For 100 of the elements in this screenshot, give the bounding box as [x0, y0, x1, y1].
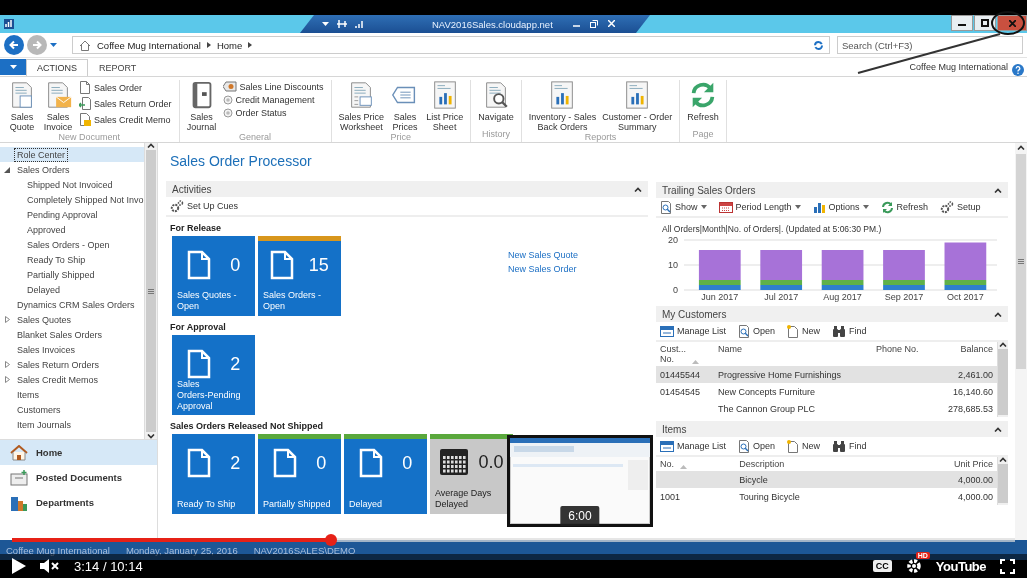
nav-tree-item[interactable]: Sales Credit Memos [14, 372, 102, 387]
ribbon-button[interactable]: Sales Price Worksheet [337, 80, 386, 132]
ribbon-button[interactable]: Sales Invoice [42, 80, 74, 132]
table-row[interactable]: 1001 Touring Bicycle 4,000.00 [656, 488, 997, 505]
logo-link[interactable]: YouTube [935, 558, 986, 574]
mute-button[interactable] [40, 559, 60, 573]
column-header[interactable]: No. [660, 459, 674, 469]
nav-tree-item[interactable]: Role Center [14, 147, 69, 162]
toolbar-button[interactable]: Find [832, 440, 867, 452]
ribbon-button[interactable]: Inventory - Sales Back Orders [527, 80, 598, 132]
nav-tree-item[interactable]: Partially Shipped [24, 267, 98, 282]
ribbon-button[interactable]: Customer - Order Summary [601, 80, 674, 132]
ribbon-button[interactable]: Sales Order [78, 80, 173, 95]
column-header[interactable]: Unit Price [954, 459, 993, 469]
nav-tree-item[interactable]: Sales Return Orders [14, 357, 103, 372]
cue-tile[interactable]: 0 Partially Shipped [258, 434, 341, 514]
column-header[interactable]: Balance [960, 344, 993, 354]
table-cell: New Concepts Furniture [717, 386, 815, 397]
ribbon-button[interactable]: Sales Journal [185, 80, 218, 132]
restore-button[interactable] [974, 15, 996, 31]
collapsed-triangle-icon[interactable] [4, 376, 10, 383]
toolbar-button[interactable]: Manage List [660, 440, 727, 452]
address-bar[interactable]: Coffee Mug International Home [72, 36, 830, 54]
navigation-pane-button[interactable]: Departments [0, 490, 157, 515]
group-label: Price [390, 132, 412, 142]
breadcrumb-item[interactable]: Home [216, 39, 243, 51]
ribbon-button[interactable]: List Price Sheet [425, 80, 465, 132]
cue-tile[interactable]: 2 Ready To Ship [172, 434, 255, 514]
toolbar-button[interactable]: Set Up Cues [170, 199, 239, 213]
ribbon-button[interactable]: Sales Credit Memo [78, 112, 173, 127]
scrollbar[interactable] [997, 457, 1008, 505]
close-button[interactable] [997, 15, 1027, 31]
action-link[interactable]: New Sales Quote [507, 250, 578, 260]
minimize-button[interactable] [951, 15, 973, 31]
table-row[interactable]: 01445544 Progressive Home Furnishings 2,461.00 [656, 366, 997, 383]
scrollbar[interactable] [997, 342, 1008, 417]
ribbon-button[interactable]: Sales Prices [389, 80, 422, 132]
search-field[interactable]: Search (Ctrl+F3) [837, 36, 1023, 54]
menu-button[interactable] [0, 59, 26, 75]
back-button[interactable] [4, 35, 24, 55]
nav-tree-item[interactable]: Ready To Ship [24, 252, 89, 267]
nav-tree-item[interactable]: Sales Invoices [14, 342, 79, 357]
table-row[interactable]: 01454545 New Concepts Furniture 16,140.60 [656, 383, 997, 400]
nav-tree-item[interactable]: Items [14, 387, 42, 402]
toolbar-button[interactable]: Manage List [660, 325, 727, 337]
toolbar-button[interactable]: Setup [940, 200, 981, 214]
toolbar-button[interactable]: Open [738, 439, 776, 453]
nav-tree-item[interactable]: Sales Orders [14, 162, 73, 177]
ribbon-tab[interactable]: ACTIONS [26, 59, 88, 76]
settings-button[interactable] [905, 558, 922, 574]
column-header[interactable]: Description [739, 459, 785, 469]
cue-tile[interactable]: 0 Sales Quotes - Open [172, 236, 255, 316]
navigation-pane-button[interactable]: Home [0, 440, 157, 465]
column-header[interactable]: Phone No. [876, 344, 919, 354]
scrollbar[interactable] [1015, 143, 1027, 540]
column-header[interactable]: Cust... No. [660, 344, 686, 364]
navigation-pane-button[interactable]: Posted Documents [0, 465, 157, 490]
ribbon-button[interactable]: Order Status [221, 107, 325, 119]
cue-tile[interactable]: 15 Sales Orders - Open [258, 236, 341, 316]
ribbon-button[interactable]: Navigate [477, 80, 515, 129]
expanded-triangle-icon[interactable] [4, 166, 10, 173]
table-row[interactable]: The Cannon Group PLC 278,685.53 [656, 400, 997, 417]
toolbar-button[interactable]: New [787, 324, 821, 338]
nav-tree-item[interactable]: Customers [14, 402, 64, 417]
ribbon-button[interactable]: Sales Quote [6, 80, 38, 132]
toolbar-button[interactable]: Refresh [880, 200, 929, 214]
ribbon-tab[interactable]: REPORT [88, 59, 148, 76]
nav-tree-item[interactable]: Pending Approval [24, 207, 101, 222]
breadcrumb-item[interactable]: Coffee Mug International [97, 39, 201, 51]
toolbar-button[interactable]: Open [738, 324, 776, 338]
action-link[interactable]: New Sales Order [507, 264, 578, 274]
nav-tree-item[interactable]: Item Journals [14, 417, 75, 432]
column-header[interactable]: Name [717, 344, 742, 354]
ribbon-button[interactable]: Sales Line Discounts [221, 80, 325, 93]
play-button[interactable] [12, 558, 26, 574]
collapsed-triangle-icon[interactable] [4, 316, 10, 323]
nav-tree-item[interactable]: Sales Orders - Open [24, 237, 113, 252]
collapsed-triangle-icon[interactable] [4, 361, 10, 368]
cue-tile[interactable]: 0.0 Average Days Delayed [430, 434, 513, 514]
toolbar-button[interactable]: Find [832, 325, 867, 337]
toolbar-button[interactable]: New [787, 439, 821, 453]
ribbon-button[interactable]: Refresh [686, 80, 720, 129]
nav-tree-item[interactable]: Sales Quotes [14, 312, 75, 327]
scrollbar[interactable] [144, 143, 157, 439]
nav-tree-item[interactable]: Approved [24, 222, 69, 237]
nav-tree-item[interactable]: Completely Shipped Not Invo [24, 192, 144, 207]
nav-tree-item[interactable]: Dynamics CRM Sales Orders [14, 297, 138, 312]
table-cell: Progressive Home Furnishings [717, 369, 841, 380]
nav-tree-item[interactable]: Blanket Sales Orders [14, 327, 106, 342]
cue-tile[interactable]: 0 Delayed [344, 434, 427, 514]
nav-tree-item[interactable]: Shipped Not Invoiced [24, 177, 116, 192]
nav-tree-item[interactable]: Delayed [24, 282, 64, 297]
toolbar-button[interactable]: Show [660, 200, 707, 214]
fullscreen-button[interactable] [1000, 558, 1015, 574]
toolbar-button[interactable]: Period Length [718, 201, 801, 213]
ribbon-button[interactable]: Sales Return Order [78, 96, 173, 111]
toolbar-button[interactable]: Options [812, 201, 869, 213]
cue-tile[interactable]: 2 Sales Orders-Pending Approval [172, 335, 255, 415]
ribbon-button[interactable]: Credit Management [221, 94, 325, 106]
table-row[interactable]: Bicycle 4,000.00 [656, 471, 997, 488]
